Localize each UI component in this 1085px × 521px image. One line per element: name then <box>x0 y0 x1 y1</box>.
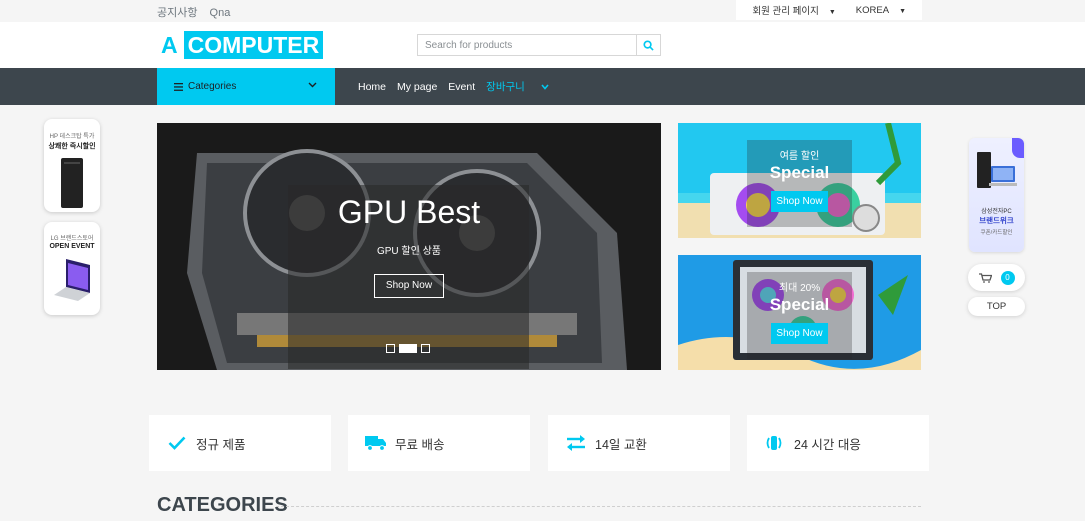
admin-label: 회원 관리 페이지 <box>752 6 819 17</box>
floating-cart-button[interactable]: 0 <box>968 264 1025 291</box>
offer-shop-now-button[interactable]: Shop Now <box>771 191 828 212</box>
nav-mypage[interactable]: My page <box>397 81 437 93</box>
main-nav: Categories Home My page Event 장바구니 <box>0 68 1085 105</box>
section-divider <box>276 506 921 507</box>
chevron-down-icon <box>308 82 317 88</box>
nav-menu: Home My page Event 장바구니 <box>358 68 560 105</box>
caret-down-icon: ▼ <box>899 7 906 15</box>
feature-label: 무료 배송 <box>395 437 445 452</box>
carousel-shop-now-button[interactable]: Shop Now <box>374 274 444 298</box>
carousel-subtitle: GPU 할인 상품 <box>376 246 442 257</box>
summer-sale-banner[interactable]: 여름 할인 Special Shop Now <box>678 123 921 238</box>
nav-home[interactable]: Home <box>358 81 386 93</box>
menu-icon <box>174 82 183 91</box>
feature-label: 24 시간 대응 <box>794 437 861 452</box>
ad-line1: LG 브랜드스토어 <box>50 236 94 242</box>
feature-label: 14일 교환 <box>595 437 647 452</box>
cart-count-badge: 0 <box>1000 270 1015 285</box>
carousel-title: GPU Best <box>337 194 481 230</box>
ad-line1: HP 데스크탑 특가 <box>49 134 95 140</box>
nav-cart-label: 장바구니 <box>486 81 525 93</box>
feature-exchange: 14일 교환 <box>548 415 730 471</box>
feature-free-shipping: 무료 배송 <box>348 415 530 471</box>
logo-a: A <box>161 31 178 58</box>
offer-tag: 최대 20% <box>778 283 821 294</box>
discount-banner[interactable]: 최대 20% Special Shop Now <box>678 255 921 370</box>
cart-icon <box>978 272 992 283</box>
ad-line2: OPEN EVENT <box>49 243 95 250</box>
nav-event[interactable]: Event <box>448 81 475 93</box>
hp-desktop-ad[interactable]: HP 데스크탑 특가 상쾌한 즉시할인 <box>44 119 100 212</box>
samsung-pc-ad[interactable]: 삼성전자PC 브랜드위크 쿠폰/카드할인 <box>969 138 1024 252</box>
offer-title: Special <box>769 295 830 314</box>
phone-icon <box>764 432 786 454</box>
exchange-icon <box>565 432 587 454</box>
top-right-menu: 회원 관리 페이지 ▼ KOREA ▼ <box>736 0 922 20</box>
ad-line2: 상쾌한 즉시할인 <box>48 143 96 150</box>
desktop-tower-image <box>61 158 83 208</box>
scroll-top-button[interactable]: TOP <box>968 297 1025 316</box>
feature-24h-support: 24 시간 대응 <box>747 415 929 471</box>
check-icon <box>166 432 188 454</box>
language-dropdown[interactable]: KOREA ▼ <box>851 5 911 16</box>
header: A COMPUTER <box>0 22 1085 68</box>
offer-shop-now-button[interactable]: Shop Now <box>771 323 828 344</box>
offer-tag: 여름 할인 <box>779 151 820 162</box>
caret-down-icon: ▼ <box>828 9 836 16</box>
notice-link[interactable]: 공지사항 <box>157 7 197 19</box>
language-label: KOREA <box>855 4 890 16</box>
feature-label: 정규 제품 <box>196 437 246 452</box>
logo[interactable]: A COMPUTER <box>161 31 324 59</box>
ad-line3: 쿠폰/카드할인 <box>980 230 1013 236</box>
ad-line1: 삼성전자PC <box>981 209 1012 215</box>
search-button[interactable] <box>636 35 660 55</box>
ad-line2: 브랜드위크 <box>979 216 1014 225</box>
truck-icon <box>365 432 387 454</box>
top-bar: 공지사항 Qna 회원 관리 페이지 ▼ KOREA ▼ <box>0 0 1085 22</box>
categories-label: Categories <box>188 81 237 92</box>
carousel-dot[interactable] <box>386 344 395 353</box>
search-bar <box>417 34 661 56</box>
search-icon <box>643 39 654 51</box>
carousel-dot-active[interactable] <box>399 344 417 353</box>
offer-title: Special <box>769 163 830 182</box>
carousel-dot[interactable] <box>421 344 430 353</box>
nav-cart[interactable]: 장바구니 <box>486 79 549 94</box>
pc-set-image <box>977 152 1017 188</box>
lg-brandstore-ad[interactable]: LG 브랜드스토어 OPEN EVENT <box>44 222 100 315</box>
section-heading: CATEGORIES <box>157 494 288 516</box>
laptop-image <box>54 259 90 301</box>
search-input[interactable] <box>418 35 636 55</box>
hero-carousel[interactable]: GPU Best GPU 할인 상품 Shop Now <box>157 123 661 370</box>
carousel-indicators <box>386 344 434 353</box>
chevron-down-icon <box>541 84 549 90</box>
logo-computer: COMPUTER <box>183 31 324 59</box>
qna-link[interactable]: Qna <box>210 7 231 19</box>
feature-genuine-products: 정규 제품 <box>149 415 331 471</box>
admin-dropdown[interactable]: 회원 관리 페이지 ▼ <box>747 3 840 17</box>
categories-button[interactable]: Categories <box>157 68 335 105</box>
top-links: 공지사항 Qna <box>157 4 239 20</box>
